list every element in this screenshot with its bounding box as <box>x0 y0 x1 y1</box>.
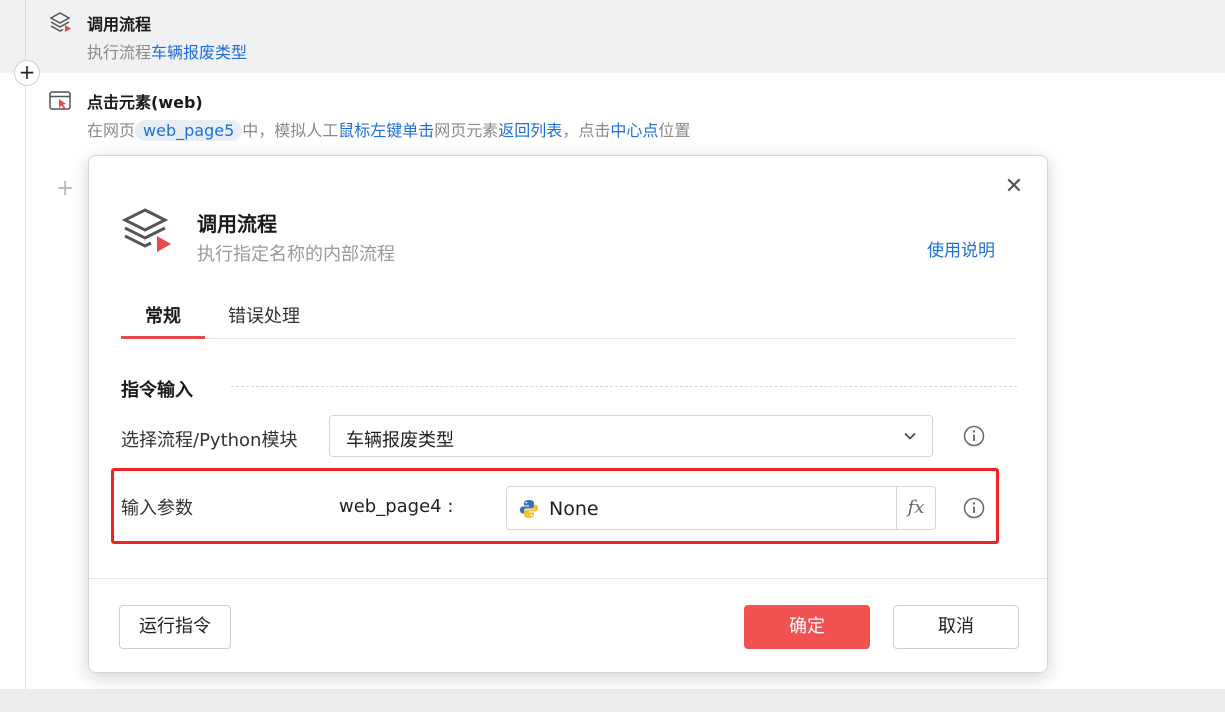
python-icon <box>520 500 538 518</box>
variable-chip[interactable]: web_page5 <box>135 120 243 141</box>
help-link[interactable]: 使用说明 <box>927 236 995 261</box>
step-description: 执行流程车辆报废类型 <box>87 39 247 63</box>
step-desc-text: 执行流程 <box>87 43 152 62</box>
process-select[interactable]: 车辆报废类型 <box>329 415 933 457</box>
dialog-subtitle: 执行指定名称的内部流程 <box>197 244 395 265</box>
param-value: None <box>549 498 599 520</box>
process-select-value: 车辆报废类型 <box>346 430 454 451</box>
param-name: web_page4 : <box>339 496 454 517</box>
click-type-link[interactable]: 鼠标左键单击 <box>338 121 434 140</box>
active-tab-indicator <box>121 336 205 339</box>
step-description: 在网页 web_page5 中，模拟人工鼠标左键单击网页元素返回列表，点击中心点位置 <box>87 117 690 141</box>
bottom-bar <box>0 689 1225 712</box>
input-params-label: 输入参数 <box>121 498 193 519</box>
tab-error-handling[interactable]: 错误处理 <box>228 302 300 328</box>
param-value-input[interactable]: None fx <box>506 486 936 530</box>
call-process-dialog: ✕ 调用流程 执行指定名称的内部流程 使用说明 常规 错误处理 指令输入 选择流… <box>88 155 1048 673</box>
layers-play-icon <box>49 12 71 32</box>
footer-divider <box>89 578 1047 579</box>
step-title: 调用流程 <box>87 15 152 34</box>
step-desc-text: 网页元素 <box>434 121 499 140</box>
section-divider <box>231 386 1017 387</box>
element-link[interactable]: 返回列表 <box>498 121 562 140</box>
click-position-link[interactable]: 中心点 <box>610 121 658 140</box>
info-icon[interactable] <box>963 497 985 519</box>
web-click-icon <box>49 91 71 110</box>
tab-general[interactable]: 常规 <box>145 302 181 328</box>
step-desc-text: 位置 <box>658 121 691 140</box>
layers-play-icon <box>121 208 171 252</box>
cancel-button[interactable]: 取消 <box>893 605 1019 649</box>
run-command-button[interactable]: 运行指令 <box>119 605 231 649</box>
process-link[interactable]: 车辆报废类型 <box>151 43 247 62</box>
info-icon[interactable] <box>963 425 985 447</box>
add-step-placeholder[interactable]: + <box>56 176 74 201</box>
step-title: 点击元素(web) <box>87 93 203 112</box>
step-desc-text: ，点击 <box>562 121 611 140</box>
step-desc-text: 中，模拟人工 <box>242 121 339 140</box>
dialog-title: 调用流程 <box>197 212 277 236</box>
dialog-tabs: 常规 错误处理 <box>121 286 1016 339</box>
fx-button[interactable]: fx <box>896 487 935 529</box>
confirm-button[interactable]: 确定 <box>744 605 870 649</box>
step-desc-text: 在网页 <box>87 121 136 140</box>
close-icon[interactable]: ✕ <box>1003 176 1025 198</box>
section-title: 指令输入 <box>121 380 193 401</box>
chevron-down-icon <box>904 432 916 440</box>
select-process-label: 选择流程/Python模块 <box>121 430 298 451</box>
flow-step-click-element[interactable]: 点击元素(web) 在网页 web_page5 中，模拟人工鼠标左键单击网页元素返回… <box>0 73 1225 153</box>
flow-step-call-process[interactable]: 调用流程 执行流程车辆报废类型 <box>0 0 1225 73</box>
